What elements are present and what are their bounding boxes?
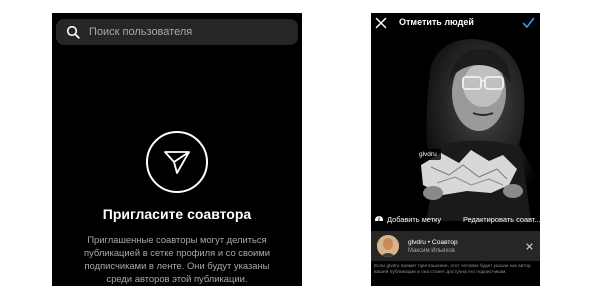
search-bar[interactable]	[56, 19, 298, 45]
search-icon	[66, 25, 80, 39]
page-title: Отметить людей	[399, 17, 474, 27]
invite-coauthor-screen: Пригласите соавтора Приглашенные соавтор…	[52, 13, 302, 286]
user-tag[interactable]: glvdru	[415, 146, 441, 160]
tag-people-screen: Отметить людей glvdru i Добавить метку Р…	[371, 13, 540, 286]
edit-coauthor-button[interactable]: Редактировать соавт...	[463, 215, 540, 224]
paper-plane-icon	[146, 131, 208, 193]
add-tag-button[interactable]: Добавить метку	[387, 215, 441, 224]
avatar	[377, 235, 399, 257]
post-photo[interactable]: glvdru i	[371, 35, 540, 221]
checkmark-icon[interactable]	[522, 17, 535, 29]
close-icon[interactable]	[375, 17, 387, 29]
coauthor-row[interactable]: glvdru • Соавтор Максим Ильяхов	[371, 231, 540, 261]
info-icon[interactable]: i	[375, 216, 383, 221]
invite-description: Приглашенные соавторы могут делиться пуб…	[84, 234, 270, 284]
remove-coauthor-icon[interactable]	[526, 243, 533, 250]
coauthor-full-name: Максим Ильяхов	[408, 248, 455, 254]
search-input[interactable]	[89, 26, 289, 38]
coauthor-footnote: Если glvdru примет приглашение, этот чел…	[374, 264, 531, 276]
portrait-image	[371, 35, 540, 221]
coauthor-username: glvdru • Соавтор	[408, 239, 458, 246]
invite-title: Пригласите соавтора	[102, 206, 252, 222]
